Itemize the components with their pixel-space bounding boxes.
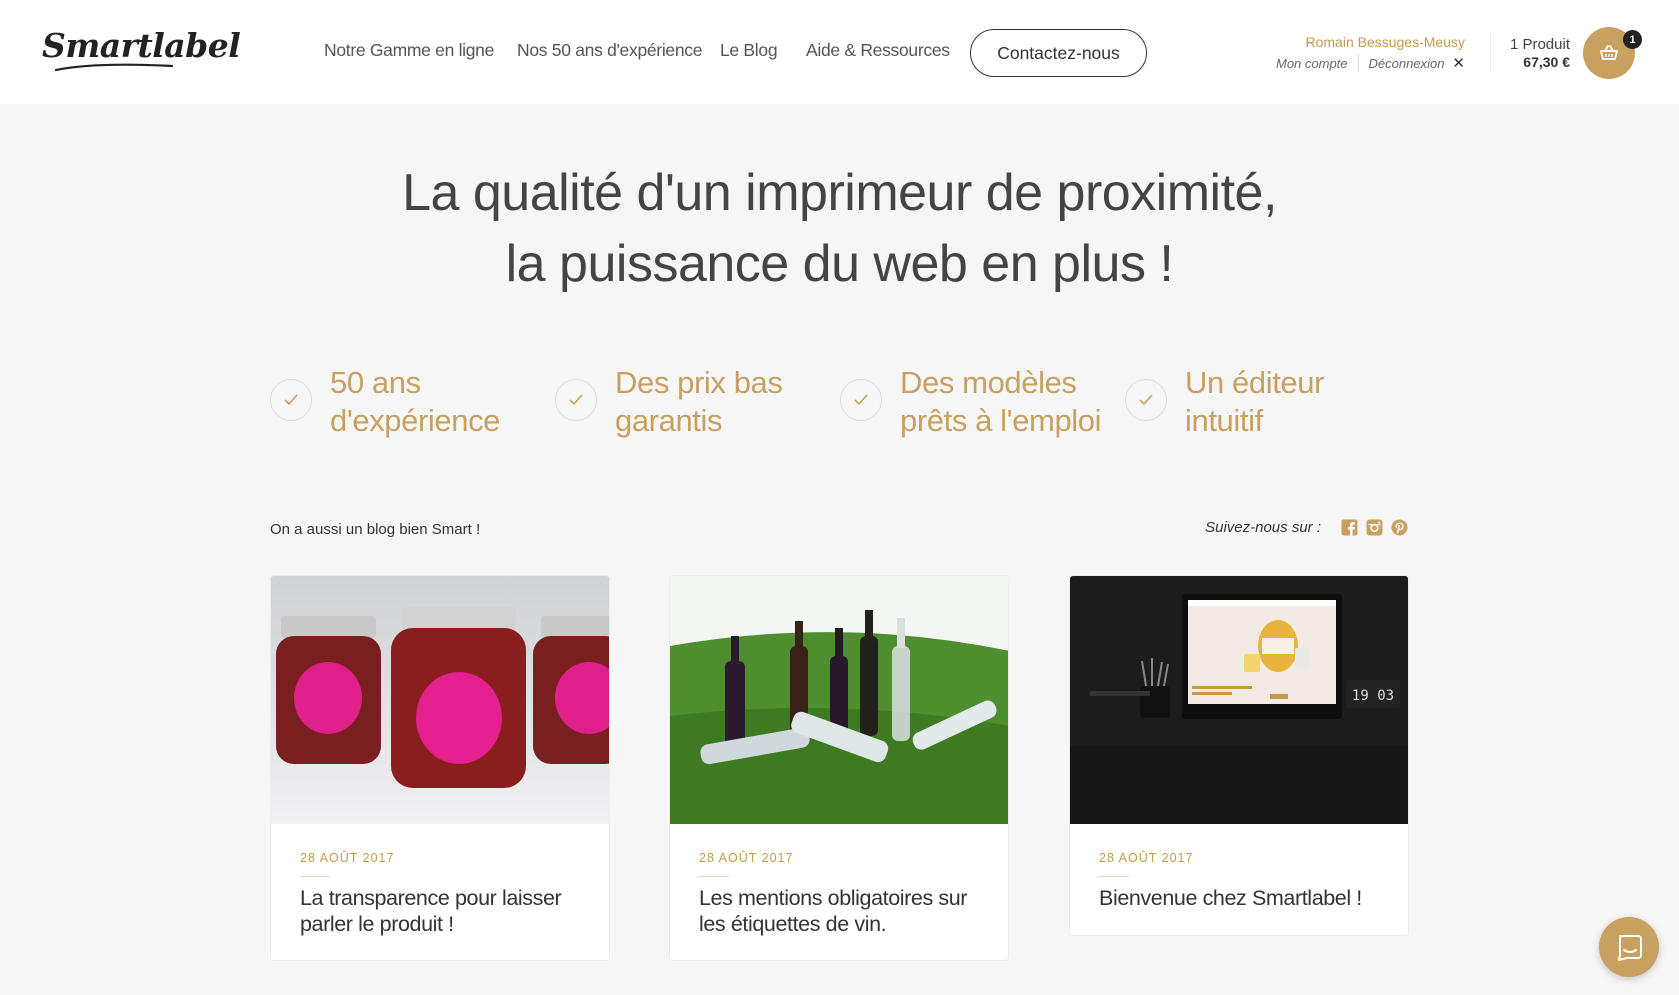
feature-text: 50 ans d'expérience <box>330 364 500 440</box>
nav-item-blog[interactable]: Le Blog <box>720 40 778 61</box>
cart-total: 67,30 € <box>1523 54 1570 70</box>
chat-button[interactable] <box>1599 917 1659 977</box>
date-divider <box>300 876 330 877</box>
blog-card[interactable]: 28 AOÛT 2017 Les mentions obligatoires s… <box>669 575 1009 961</box>
feature-line: Des modèles <box>900 365 1077 400</box>
nav-item-aide[interactable]: Aide & Ressources <box>806 40 950 61</box>
chat-icon <box>1618 935 1642 961</box>
cart-count: 1 Produit <box>1509 36 1570 53</box>
feature-line: 50 ans <box>330 365 421 400</box>
basket-icon <box>1600 45 1618 60</box>
feature-text: Un éditeur intuitif <box>1185 364 1324 440</box>
check-icon <box>1125 379 1167 421</box>
nav-item-gamme[interactable]: Notre Gamme en ligne <box>324 40 494 61</box>
facebook-icon[interactable] <box>1341 519 1358 536</box>
date-divider <box>699 876 729 877</box>
nav-item-experience[interactable]: Nos 50 ans d'expérience <box>517 40 702 61</box>
post-date: 28 AOÛT 2017 <box>300 851 395 865</box>
header-divider <box>1490 34 1491 72</box>
feature-line: Un éditeur <box>1185 365 1325 400</box>
user-links: Mon compte Déconnexion ✕ <box>1276 54 1465 72</box>
pinterest-icon[interactable] <box>1391 519 1408 536</box>
post-title[interactable]: La transparence pour laisser parler le p… <box>300 885 590 937</box>
feature-line: garantis <box>615 403 723 438</box>
date-divider <box>1099 876 1129 877</box>
account-link[interactable]: Mon compte <box>1276 56 1348 71</box>
check-icon <box>840 379 882 421</box>
feature-line: intuitif <box>1185 403 1263 438</box>
cart-badge: 1 <box>1623 30 1642 49</box>
follow-label: Suivez-nous sur : <box>1205 519 1321 536</box>
feature-text: Des modèles prêts à l'emploi <box>900 364 1102 440</box>
post-image-desk-monitor[interactable]: 19 03 <box>1070 576 1408 824</box>
divider <box>1357 54 1359 72</box>
post-image-wine-bottles[interactable] <box>670 576 1008 824</box>
blog-card[interactable]: 28 AOÛT 2017 La transparence pour laisse… <box>270 575 610 961</box>
site-header: Smartlabel Notre Gamme en ligne Nos 50 a… <box>0 0 1679 104</box>
feature-text: Des prix bas garantis <box>615 364 783 440</box>
hero-heading: La qualité d'un imprimeur de proximité, … <box>0 158 1679 300</box>
post-title[interactable]: Bienvenue chez Smartlabel ! <box>1099 885 1389 911</box>
hero-line-2: la puissance du web en plus ! <box>505 235 1174 293</box>
feature-line: prêts à l'emploi <box>900 403 1102 438</box>
post-title[interactable]: Les mentions obligatoires sur les étique… <box>699 885 989 937</box>
svg-text:19 03: 19 03 <box>1352 688 1394 704</box>
logo-swash-icon <box>54 63 174 72</box>
check-icon <box>555 379 597 421</box>
hero-line-1: La qualité d'un imprimeur de proximité, <box>402 164 1277 222</box>
blog-card[interactable]: 19 03 28 AOÛT 2017 Bienvenue chez Smartl… <box>1069 575 1409 936</box>
social-follow: Suivez-nous sur : <box>1205 519 1408 536</box>
cart-summary[interactable]: 1 Produit 67,30 € <box>1510 36 1570 70</box>
user-name[interactable]: Romain Bessuges-Meusy <box>1305 34 1465 50</box>
check-icon <box>270 379 312 421</box>
close-icon[interactable]: ✕ <box>1452 54 1465 72</box>
feature-line: Des prix bas <box>615 365 783 400</box>
post-date: 28 AOÛT 2017 <box>1099 851 1194 865</box>
blog-intro: On a aussi un blog bien Smart ! <box>270 521 481 538</box>
logout-link[interactable]: Déconnexion <box>1369 56 1445 71</box>
instagram-icon[interactable] <box>1366 519 1383 536</box>
post-image-jam-jars[interactable] <box>271 576 609 824</box>
feature-line: d'expérience <box>330 403 501 438</box>
contact-button[interactable]: Contactez-nous <box>970 29 1147 77</box>
post-date: 28 AOÛT 2017 <box>699 851 794 865</box>
